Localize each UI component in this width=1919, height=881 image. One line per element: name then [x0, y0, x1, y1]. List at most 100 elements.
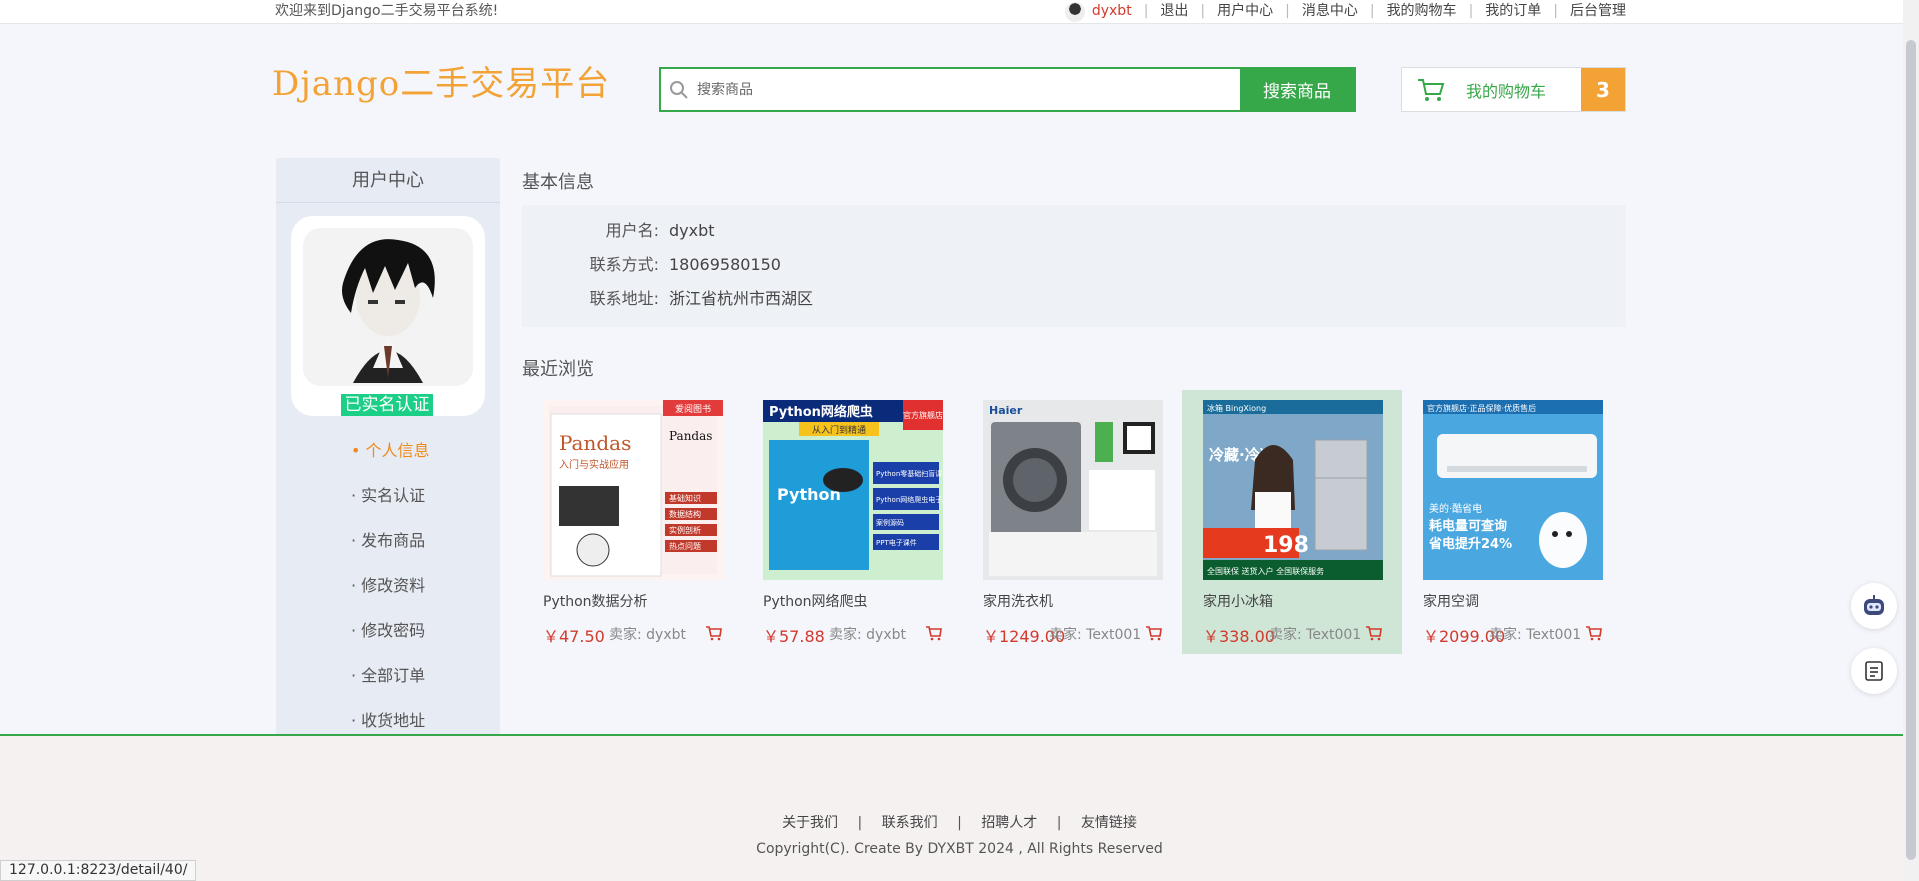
book-title-text: Pandas: [559, 431, 631, 455]
status-url-bar: 127.0.0.1:8223/detail/40/: [0, 860, 197, 881]
copyright-text: Copyright(C). Create By DYXBT 2024 , All…: [756, 841, 1163, 857]
message-center-link[interactable]: 消息中心: [1302, 0, 1358, 22]
product-card[interactable]: 官方旗舰店·正品保障·优质售后 美的·酷省电 耗电量可查询 省电提升24% 家用…: [1402, 390, 1622, 654]
scrollbar-thumb[interactable]: [1906, 40, 1916, 860]
admin-link[interactable]: 后台管理: [1570, 0, 1626, 22]
divider: |: [1369, 3, 1375, 19]
cart-box[interactable]: 我的购物车 3: [1401, 67, 1626, 112]
page-scrollbar[interactable]: [1903, 0, 1919, 881]
divider: |: [957, 815, 962, 831]
user-center-link[interactable]: 用户中心: [1217, 0, 1273, 22]
product-seller: 卖家: dyxbt: [829, 627, 906, 643]
add-to-cart-icon[interactable]: [1145, 624, 1163, 642]
divider: |: [1285, 3, 1290, 19]
menu-item-all-orders[interactable]: · 全部订单: [276, 653, 500, 698]
product-name: 家用洗衣机: [983, 594, 1053, 610]
add-to-cart-icon[interactable]: [1365, 624, 1383, 642]
book-tag: 热点问题: [669, 541, 701, 551]
product-name: 家用小冰箱: [1203, 594, 1273, 610]
shopping-cart-icon: [1418, 78, 1445, 101]
footer-link-contact[interactable]: 联系我们: [882, 815, 938, 831]
username-link[interactable]: dyxbt: [1092, 0, 1132, 22]
info-row: 联系地址: 浙江省杭州市西湖区: [522, 287, 1626, 311]
menu-item-edit-profile[interactable]: · 修改资料: [276, 563, 500, 608]
divider: |: [1143, 3, 1149, 19]
ac-text-1: 美的·酷省电: [1429, 502, 1482, 515]
divider: |: [857, 815, 863, 831]
username-label: 用户名:: [605, 221, 659, 240]
product-card[interactable]: 冰箱 BingXiong 冷藏·冷冻 198 全国联保 送货入户 全国联保服务 …: [1182, 390, 1402, 654]
book-side-item: PPT电子课件: [876, 538, 917, 547]
product-image: 爱阅图书 Pandas 入门与实战应用 Pandas 基础知识 数据结构 实例剖…: [543, 400, 723, 580]
menu-item-publish-product[interactable]: · 发布商品: [276, 518, 500, 563]
divider: |: [1056, 815, 1062, 831]
add-to-cart-icon[interactable]: [1585, 624, 1603, 642]
product-card[interactable]: Haier 家用洗衣机 ￥1249.00 卖家: Text001: [962, 390, 1182, 654]
appliance-brand-text: Haier: [989, 404, 1023, 417]
book-subtitle-text: 入门与实战应用: [559, 458, 629, 471]
top-bar: 欢迎来到Django二手交易平台系统! dyxbt | 退出 | 用户中心 | …: [0, 0, 1919, 24]
divider: |: [1553, 3, 1558, 19]
notes-button[interactable]: [1851, 648, 1897, 694]
book-side-item: 案例源码: [876, 518, 904, 527]
footer-links: 关于我们 | 联系我们 | 招聘人才 | 友情链接: [0, 812, 1919, 832]
search-button[interactable]: 搜索商品: [1240, 69, 1354, 110]
verified-badge: 已实名认证: [341, 394, 433, 416]
product-seller: 卖家: dyxbt: [609, 627, 686, 643]
add-to-cart-icon[interactable]: [705, 624, 723, 642]
book-tag: 数据结构: [669, 509, 701, 519]
book-badge-text: 爱阅图书: [675, 404, 711, 415]
assistant-bot-button[interactable]: [1851, 583, 1897, 629]
product-image: 官方旗舰店·正品保障·优质售后 美的·酷省电 耗电量可查询 省电提升24%: [1423, 400, 1603, 580]
menu-item-personal-info[interactable]: • 个人信息: [276, 428, 500, 473]
cart-label: 我的购物车: [1466, 81, 1547, 101]
basic-info-panel: 用户名: dyxbt 联系方式: 18069580150 联系地址: 浙江省杭州…: [522, 205, 1626, 327]
footer-link-about[interactable]: 关于我们: [782, 815, 838, 831]
book-tag: 基础知识: [669, 493, 701, 503]
avatar-card: 已实名认证: [291, 216, 485, 416]
book-title-text-2: Pandas: [669, 429, 712, 443]
user-avatar-small[interactable]: [1064, 1, 1085, 22]
ac-text-2: 耗电量可查询: [1429, 518, 1507, 534]
sidebar: 用户中心 已实名认证 • 个人信息 · 实名认证 · 发布商品 · 修改资料 ·…: [276, 158, 500, 734]
my-cart-link[interactable]: 我的购物车: [1387, 0, 1457, 22]
menu-item-change-password[interactable]: · 修改密码: [276, 608, 500, 653]
product-seller: 卖家: Text001: [1489, 627, 1582, 643]
footer-link-friends[interactable]: 友情链接: [1081, 815, 1137, 831]
product-price: ￥57.88: [763, 627, 825, 646]
product-card[interactable]: 爱阅图书 Pandas 入门与实战应用 Pandas 基础知识 数据结构 实例剖…: [522, 390, 742, 654]
product-image: 冰箱 BingXiong 冷藏·冷冻 198 全国联保 送货入户 全国联保服务: [1203, 400, 1383, 580]
notes-icon: [1865, 661, 1883, 681]
search-bar: 搜索商品: [659, 67, 1356, 112]
footer-link-jobs[interactable]: 招聘人才: [981, 815, 1037, 831]
address-label: 联系地址:: [589, 289, 659, 308]
menu-item-real-name-auth[interactable]: · 实名认证: [276, 473, 500, 518]
recent-products: 爱阅图书 Pandas 入门与实战应用 Pandas 基础知识 数据结构 实例剖…: [522, 390, 1626, 654]
product-card[interactable]: Python网络爬虫 官方旗舰店 从入门到精通 Python Python零基础…: [742, 390, 962, 654]
book-tag: 实例剖析: [669, 525, 701, 535]
sidebar-title: 用户中心: [276, 158, 500, 203]
product-name: 家用空调: [1423, 594, 1479, 610]
site-logo[interactable]: Django二手交易平台: [272, 56, 610, 105]
footer: 关于我们 | 联系我们 | 招聘人才 | 友情链接 Copyright(C). …: [0, 734, 1919, 881]
divider: |: [1200, 3, 1206, 19]
search-icon: [661, 69, 697, 110]
basic-info-title: 基本信息: [522, 172, 594, 193]
product-name: Python网络爬虫: [763, 594, 868, 610]
my-orders-link[interactable]: 我的订单: [1485, 0, 1541, 22]
user-avatar: [303, 228, 473, 386]
product-name: Python数据分析: [543, 594, 648, 610]
ac-top-text: 官方旗舰店·正品保障·优质售后: [1427, 403, 1536, 413]
book-side-item: Python零基础扫盲课: [876, 469, 942, 478]
contact-value: 18069580150: [669, 255, 781, 274]
product-seller: 卖家: Text001: [1049, 627, 1142, 643]
fridge-brand-text: 冰箱 BingXiong: [1207, 403, 1266, 413]
search-input[interactable]: [697, 69, 1240, 110]
add-to-cart-icon[interactable]: [925, 624, 943, 642]
product-price: ￥338.00: [1203, 627, 1275, 646]
username-value: dyxbt: [669, 221, 715, 240]
book-side-item: Python网络爬虫电子版题库: [876, 495, 943, 504]
ac-text-3: 省电提升24%: [1428, 536, 1512, 552]
fridge-promo-text: 全国联保 送货入户 全国联保服务: [1207, 566, 1324, 576]
logout-link[interactable]: 退出: [1160, 0, 1188, 22]
